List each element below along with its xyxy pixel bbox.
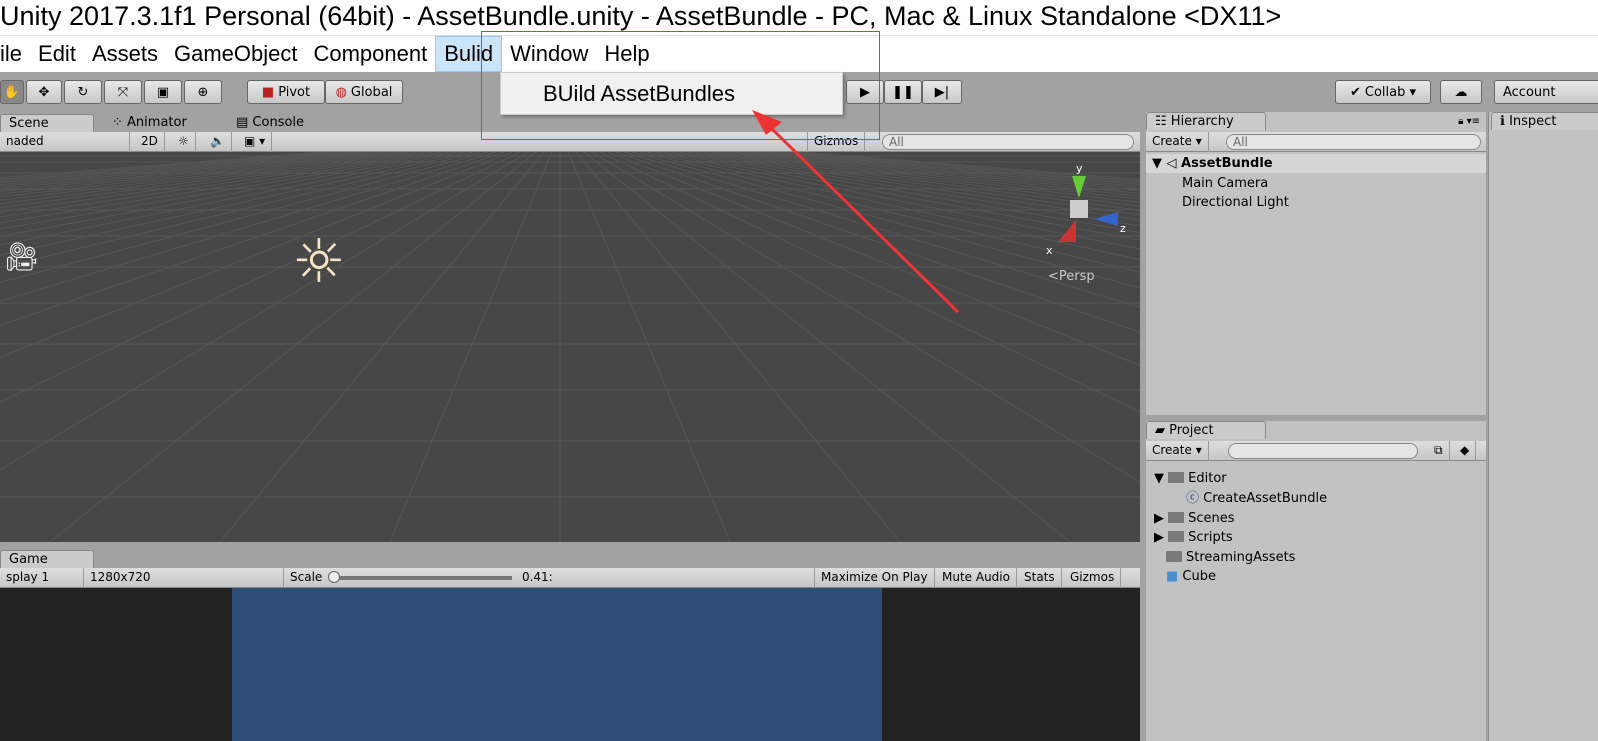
transform-tool-icon[interactable]: ⊕ bbox=[184, 80, 222, 104]
menu-help[interactable]: Help bbox=[596, 37, 657, 71]
inspector-panel: ℹ Inspect bbox=[1488, 112, 1598, 741]
directional-light-icon[interactable]: ☼ bbox=[292, 222, 346, 302]
game-gizmos-dropdown[interactable]: Gizmos bbox=[1064, 568, 1122, 588]
lock-icon[interactable]: 🔒︎ ▾≡ bbox=[1458, 116, 1480, 127]
folder-icon bbox=[1168, 472, 1185, 483]
prefab-cube-icon: ■ bbox=[1166, 569, 1183, 584]
rect-tool-icon[interactable]: ▣ bbox=[144, 80, 182, 104]
hierarchy-panel: ☷ Hierarchy 🔒︎ ▾≡ Create ▾ All ▼ ◁ Asset… bbox=[1146, 112, 1486, 415]
game-view[interactable] bbox=[0, 588, 1140, 741]
tab-animator[interactable]: ⁘ Animator bbox=[104, 114, 195, 132]
rotate-tool-icon[interactable]: ↻ bbox=[64, 80, 102, 104]
menu-window[interactable]: Window bbox=[502, 37, 596, 71]
step-button[interactable]: ▶| bbox=[922, 80, 962, 104]
project-item-streamingassets[interactable]: StreamingAssets bbox=[1166, 548, 1295, 567]
cloud-icon[interactable]: ☁ bbox=[1440, 80, 1482, 104]
hierarchy-item[interactable]: Main Camera bbox=[1182, 174, 1268, 193]
game-tab-row: Game bbox=[0, 548, 1140, 568]
hierarchy-create-button[interactable]: Create ▾ bbox=[1146, 132, 1209, 152]
scene-tab-row: Scene ⁘ Animator ▤ Console bbox=[0, 112, 1140, 132]
scene-search-input[interactable]: All bbox=[882, 134, 1134, 150]
project-item-cube[interactable]: ■ Cube bbox=[1166, 567, 1216, 586]
project-search-input[interactable] bbox=[1228, 443, 1418, 459]
audio-toggle-icon[interactable]: 🔈 bbox=[204, 132, 232, 152]
hierarchy-item[interactable]: Directional Light bbox=[1182, 193, 1289, 212]
scene-toolbar: naded 2D ☼ 🔈 ▣ ▾ Gizmos All bbox=[0, 132, 1140, 152]
scene-root[interactable]: ▼ ◁ AssetBundle bbox=[1146, 154, 1486, 173]
window-title: Unity 2017.3.1f1 Personal (64bit) - Asse… bbox=[0, 0, 1598, 35]
menu-assets[interactable]: Assets bbox=[84, 37, 166, 71]
hierarchy-search-input[interactable]: All bbox=[1226, 134, 1481, 150]
scale-slider[interactable]: Scale 0.41: bbox=[284, 568, 814, 588]
project-item-scripts[interactable]: ▶ Scripts bbox=[1154, 528, 1233, 547]
tab-hierarchy[interactable]: ☷ Hierarchy bbox=[1146, 112, 1266, 130]
menu-gameobject[interactable]: GameObject bbox=[166, 37, 306, 71]
pause-button[interactable]: ❚❚ bbox=[884, 80, 922, 104]
build-dropdown-menu: BUild AssetBundles bbox=[500, 72, 843, 115]
game-render bbox=[232, 588, 882, 741]
tab-scene[interactable]: Scene bbox=[0, 114, 94, 132]
project-item-editor[interactable]: ▼ Editor bbox=[1154, 469, 1227, 488]
console-icon: ▤ bbox=[236, 115, 253, 130]
maximize-on-play-toggle[interactable]: Maximize On Play bbox=[814, 568, 935, 588]
menu-build[interactable]: Bulid bbox=[435, 36, 503, 72]
mute-audio-toggle[interactable]: Mute Audio bbox=[936, 568, 1017, 588]
menu-bar: ile Edit Assets GameObject Component Bul… bbox=[0, 35, 1598, 72]
filter-label-icon[interactable]: ◆ bbox=[1454, 441, 1477, 461]
lighting-toggle-icon[interactable]: ☼ bbox=[172, 132, 196, 152]
filter-type-icon[interactable]: ⧉ bbox=[1428, 441, 1450, 461]
scene-orientation-gizmo[interactable]: y z x bbox=[1040, 160, 1140, 260]
pivot-button[interactable]: ■ Pivot bbox=[247, 80, 325, 104]
folder-icon bbox=[1168, 531, 1185, 542]
scale-tool-icon[interactable]: ⤧ bbox=[104, 80, 142, 104]
gizmos-dropdown[interactable]: Gizmos bbox=[807, 132, 866, 152]
folder-icon bbox=[1168, 512, 1185, 523]
perspective-label[interactable]: <Persp bbox=[1048, 269, 1095, 284]
move-tool-icon[interactable]: ✥ bbox=[26, 80, 62, 104]
animator-icon: ⁘ bbox=[112, 115, 128, 130]
project-panel: ▰ Project Create ▾ ⧉ ◆ ▼ Editor ⓒ Create… bbox=[1146, 421, 1486, 741]
project-create-button[interactable]: Create ▾ bbox=[1146, 441, 1209, 461]
play-button[interactable]: ▶ bbox=[846, 80, 884, 104]
project-item-scenes[interactable]: ▶ Scenes bbox=[1154, 509, 1235, 528]
menu-file[interactable]: ile bbox=[0, 37, 30, 71]
csharp-script-icon: ⓒ bbox=[1186, 491, 1204, 506]
display-dropdown[interactable]: splay 1 bbox=[0, 568, 84, 588]
project-item-script[interactable]: ⓒ CreateAssetBundle bbox=[1186, 489, 1327, 508]
effects-dropdown-icon[interactable]: ▣ ▾ bbox=[238, 132, 273, 152]
shading-mode-dropdown[interactable]: naded bbox=[0, 132, 130, 152]
global-button[interactable]: ◍ Global bbox=[325, 80, 403, 104]
menu-edit[interactable]: Edit bbox=[30, 37, 84, 71]
camera-icon[interactable]: 🎥︎ bbox=[4, 240, 40, 273]
tab-inspector[interactable]: ℹ Inspect bbox=[1491, 112, 1598, 130]
folder-icon bbox=[1166, 551, 1182, 562]
stats-toggle[interactable]: Stats bbox=[1018, 568, 1062, 588]
menu-component[interactable]: Component bbox=[305, 37, 435, 71]
game-toolbar: splay 1 1280x720 Scale 0.41: Maximize On… bbox=[0, 568, 1140, 588]
2d-toggle[interactable]: 2D bbox=[135, 132, 165, 152]
scene-view[interactable] bbox=[0, 152, 1140, 542]
tab-game[interactable]: Game bbox=[0, 550, 94, 568]
account-button[interactable]: Account bbox=[1494, 80, 1598, 104]
resolution-dropdown[interactable]: 1280x720 bbox=[84, 568, 284, 588]
menu-item-build-assetbundles[interactable]: BUild AssetBundles bbox=[543, 81, 842, 107]
collab-button[interactable]: ✔ Collab ▾ bbox=[1335, 80, 1431, 104]
tab-project[interactable]: ▰ Project bbox=[1146, 421, 1266, 439]
tab-console[interactable]: ▤ Console bbox=[228, 114, 312, 132]
hand-tool-icon[interactable]: ✋ bbox=[0, 80, 24, 104]
